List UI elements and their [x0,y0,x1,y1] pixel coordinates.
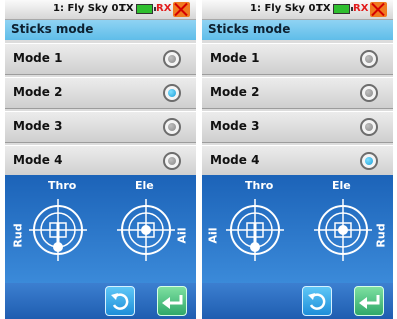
mode-label: Mode 3 [13,119,63,133]
mode-option-1[interactable]: Mode 1 [202,43,393,75]
mode-option-1[interactable]: Mode 1 [5,43,196,75]
mode-label: Mode 1 [210,51,260,65]
right-gimbal-icon [314,199,372,261]
right-gimbal-icon [117,199,175,261]
radio-button[interactable] [163,152,181,170]
radio-button-selected[interactable] [360,152,378,170]
bottom-toolbar [5,283,196,319]
right-stick-side-label: Ail [175,227,189,244]
radio-button[interactable] [163,118,181,136]
right-stick-top-label: Ele [135,179,154,192]
mode-label: Mode 3 [210,119,260,133]
mode-label: Mode 2 [210,85,260,99]
back-button[interactable] [354,286,384,316]
refresh-button[interactable] [105,286,135,316]
page-title-bar: Sticks mode [202,20,393,40]
refresh-button[interactable] [302,286,332,316]
rx-label: RX [156,3,172,14]
tx-label: TX [119,3,134,14]
back-arrow-icon [162,295,183,309]
left-stick-top-label: Thro [48,179,77,192]
radio-button-selected[interactable] [163,84,181,102]
mode-label: Mode 2 [13,85,63,99]
mode-option-3[interactable]: Mode 3 [5,111,196,143]
back-button[interactable] [157,286,187,316]
mode-option-2[interactable]: Mode 2 [202,77,393,109]
page-title-bar: Sticks mode [5,20,196,40]
battery-icon [136,4,156,14]
radio-button[interactable] [360,118,378,136]
refresh-icon [308,293,326,310]
left-gimbal-icon [29,199,87,261]
tx-label: TX [316,3,331,14]
radio-button[interactable] [360,84,378,102]
right-stick-side-label: Rud [374,223,388,248]
back-arrow-icon [359,295,380,309]
left-stick-top-label: Thro [245,179,274,192]
rx-label: RX [353,3,369,14]
radio-button[interactable] [163,50,181,68]
page-title: Sticks mode [11,22,94,36]
battery-icon [333,4,353,14]
mode-label: Mode 4 [13,153,63,167]
model-name: 1: Fly Sky 01 [250,3,323,14]
stick-diagram: Thro Ele Rud Ail [5,175,196,283]
right-stick-top-label: Ele [332,179,351,192]
status-bar: 1: Fly Sky 01 TX RX [5,0,196,20]
model-name: 1: Fly Sky 01 [53,3,126,14]
left-gimbal-icon [226,199,284,261]
mode-label: Mode 1 [13,51,63,65]
screen-right: 1: Fly Sky 01 TX RX Sticks mode Mode 1 M… [202,0,393,319]
page-title: Sticks mode [208,22,291,36]
screen-left: 1: Fly Sky 01 TX RX Sticks mode Mode 1 M… [5,0,196,319]
mode-option-4[interactable]: Mode 4 [202,145,393,177]
mode-option-4[interactable]: Mode 4 [5,145,196,177]
status-bar: 1: Fly Sky 01 TX RX [202,0,393,20]
stick-diagram: Thro Ele Ail Rud [202,175,393,283]
mode-label: Mode 4 [210,153,260,167]
mode-option-2[interactable]: Mode 2 [5,77,196,109]
left-stick-side-label: Ail [206,227,220,244]
mode-option-3[interactable]: Mode 3 [202,111,393,143]
refresh-icon [111,293,129,310]
radio-button[interactable] [360,50,378,68]
left-stick-side-label: Rud [11,223,25,248]
bottom-toolbar [202,283,393,319]
rx-signal-icon [173,2,190,17]
rx-signal-icon [370,2,387,17]
